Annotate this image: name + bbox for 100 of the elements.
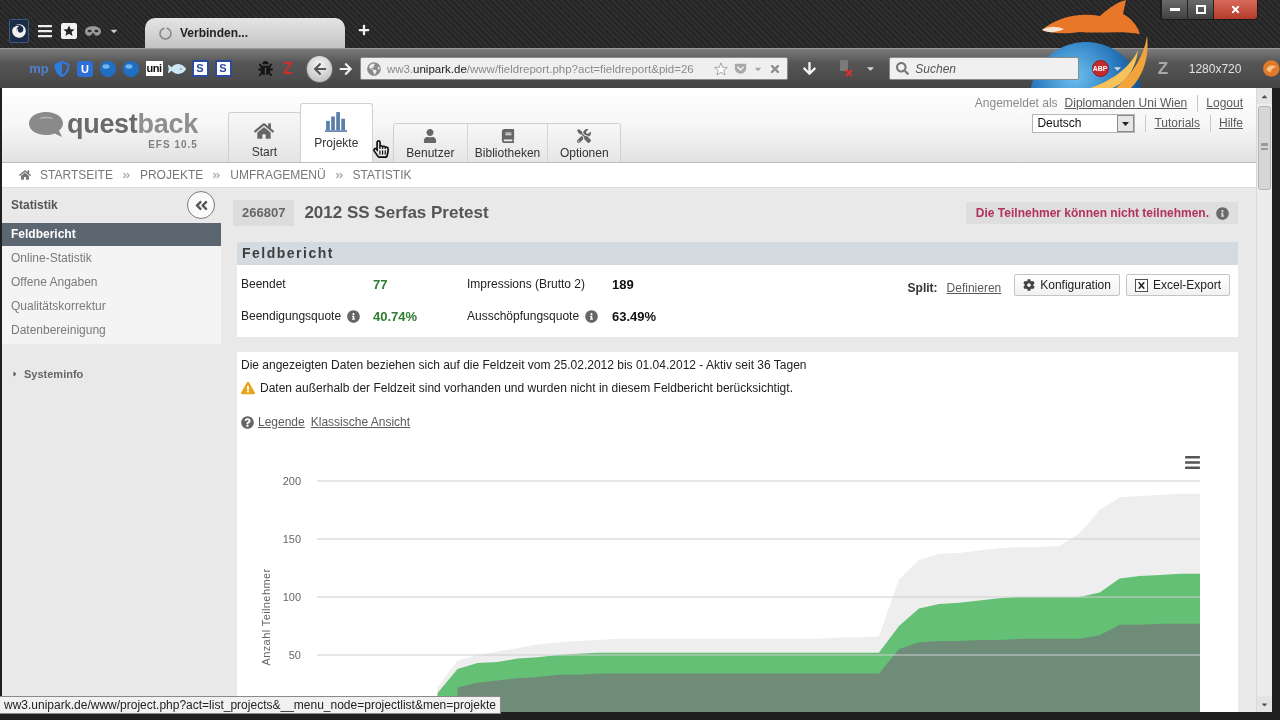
sidebar-item[interactable]: Offene Angaben xyxy=(2,270,221,294)
menu-icon xyxy=(1184,453,1201,471)
nav-tab[interactable]: Optionen xyxy=(547,124,621,162)
version-text: EFS 10.5 xyxy=(148,139,198,150)
breadcrumb-link[interactable]: STARTSEITE xyxy=(40,168,113,182)
nav-tab[interactable]: Benutzer xyxy=(393,124,467,162)
fox-badge-icon[interactable] xyxy=(1263,60,1280,77)
url-text: ww3.unipark.de/www/fieldreport.php?act=fieldreport&pid=26 xyxy=(386,62,695,75)
language-select[interactable]: Deutsch xyxy=(1032,113,1136,133)
header-link[interactable]: Tutorials xyxy=(1154,116,1200,130)
plus-icon[interactable] xyxy=(358,24,370,36)
metric-value: 77 xyxy=(373,276,389,292)
metric-label: Impressions (Brutto 2) xyxy=(467,277,586,291)
search-icon xyxy=(896,62,910,75)
back-button[interactable] xyxy=(306,54,334,83)
warning-icon xyxy=(241,381,255,395)
text-link[interactable]: Klassische Ansicht xyxy=(310,415,411,429)
toolbar-button[interactable]: Excel-Export xyxy=(1125,274,1230,296)
arrow-left-icon xyxy=(312,61,327,76)
addon-button[interactable]: U xyxy=(77,60,93,77)
user-link[interactable]: Diplomanden Uni Wien xyxy=(1064,96,1188,110)
metric-label: Beendigungsquote xyxy=(241,309,342,323)
axis-tick-label: 100 xyxy=(282,591,301,603)
axis-title: Anzahl Teilnehmer xyxy=(260,568,272,666)
close-button[interactable] xyxy=(1213,0,1257,19)
metric-label: Ausschöpfungsquote xyxy=(467,309,580,323)
double-chevron-right-icon xyxy=(334,170,344,180)
sidebar-item[interactable]: Feldbericht xyxy=(2,223,221,246)
tools-icon xyxy=(577,129,592,143)
nav-tab[interactable]: Projekte xyxy=(299,103,373,162)
chart-menu-button[interactable] xyxy=(1183,454,1202,470)
text-link[interactable]: Legende xyxy=(258,415,305,429)
app-menu-button[interactable] xyxy=(9,19,29,43)
login-label: Angemeldet als xyxy=(974,96,1058,110)
close-icon[interactable] xyxy=(768,62,781,75)
project-id: 266807 xyxy=(233,200,295,226)
address-field[interactable]: ww3.unipark.de/www/fieldreport.php?act=fieldreport&pid=26 xyxy=(359,57,788,80)
star-icon[interactable] xyxy=(713,61,728,76)
info-icon[interactable] xyxy=(347,309,361,323)
person-icon xyxy=(423,129,438,143)
download-arrow-icon[interactable] xyxy=(802,61,818,76)
bar-chart-icon xyxy=(325,112,348,132)
status-text: Die Teilnehmer können nicht teilnehmen. xyxy=(975,206,1209,220)
nav-tab[interactable]: Start xyxy=(227,112,301,162)
addon-button[interactable]: S xyxy=(191,60,209,77)
bubble-icon[interactable] xyxy=(123,60,139,77)
logo-text: questback xyxy=(67,109,198,140)
speech-bubble-logo-icon xyxy=(28,111,64,138)
double-chevron-right-icon xyxy=(121,170,131,180)
book-icon xyxy=(500,129,515,143)
sidebar-title: Statistik xyxy=(11,198,58,212)
globe-icon xyxy=(366,61,381,76)
maximize-icon xyxy=(1195,5,1206,14)
breadcrumb-link[interactable]: UMFRAGEMENÜ xyxy=(230,168,326,182)
forward-arrow-icon[interactable] xyxy=(339,61,353,76)
minimize-button[interactable] xyxy=(1161,0,1187,19)
scrollbar-thumb[interactable] xyxy=(1258,106,1271,190)
breadcrumb-link[interactable]: STATISTIK xyxy=(352,168,412,182)
bug-icon[interactable] xyxy=(257,61,273,76)
info-icon[interactable] xyxy=(1216,206,1229,220)
search-field[interactable]: Suchen xyxy=(889,57,1080,80)
addon-button[interactable]: S xyxy=(214,60,232,77)
sidebar-item[interactable]: Online-Statistik xyxy=(2,246,221,270)
split-label: Split: xyxy=(907,280,938,297)
collapse-button[interactable] xyxy=(187,191,215,219)
sidebar-item[interactable]: Qualitätskorrektur xyxy=(2,294,221,318)
axis-tick-label: 50 xyxy=(288,649,301,661)
mask-icon[interactable] xyxy=(85,23,101,39)
hand-cursor-icon xyxy=(372,140,390,158)
nav-tab[interactable]: Bibliotheken xyxy=(466,124,548,162)
define-link[interactable]: Definieren xyxy=(946,277,1002,299)
period-text: Die angezeigten Daten beziehen sich auf die Feldzeit vom 25.02.2012 bis 01.04.2012 - Aktiv seit 36 Tagen xyxy=(241,357,808,374)
logout-link[interactable]: Logout xyxy=(1206,96,1243,110)
project-title: 2012 SS Serfas Pretest xyxy=(304,203,489,223)
menu-icon[interactable] xyxy=(37,23,53,39)
axis-tick-label: 150 xyxy=(282,533,301,545)
axis-tick-label: 200 xyxy=(282,475,301,487)
bookmark-star-icon[interactable] xyxy=(61,23,77,39)
maximize-button[interactable] xyxy=(1187,0,1213,19)
home-icon[interactable] xyxy=(19,169,31,181)
caret-right-icon[interactable] xyxy=(11,370,19,378)
addon-button[interactable]: uni xyxy=(145,61,163,76)
house-icon xyxy=(254,121,275,141)
metric-value: 63.49% xyxy=(612,308,657,324)
double-chevron-right-icon xyxy=(212,170,222,180)
browser-tab[interactable]: Verbinden... xyxy=(145,18,345,48)
sidebar-item[interactable]: Datenbereinigung xyxy=(2,318,221,342)
close-icon xyxy=(1230,4,1241,15)
gear-icon xyxy=(1023,279,1036,291)
bubble-icon[interactable] xyxy=(100,60,116,77)
help-icon[interactable] xyxy=(241,415,254,429)
header-link[interactable]: Hilfe xyxy=(1219,116,1243,130)
info-icon[interactable] xyxy=(585,309,599,323)
panel-title: Feldbericht xyxy=(237,242,1238,265)
toolbar-button[interactable]: Konfiguration xyxy=(1014,274,1120,296)
breadcrumb-link[interactable]: PROJEKTE xyxy=(139,168,204,182)
scroll-up-button[interactable] xyxy=(1257,88,1272,104)
metric-value: 40.74% xyxy=(373,308,419,324)
spreadsheet-icon xyxy=(1134,278,1148,292)
sidebar-section[interactable]: Systeminfo xyxy=(24,368,84,380)
